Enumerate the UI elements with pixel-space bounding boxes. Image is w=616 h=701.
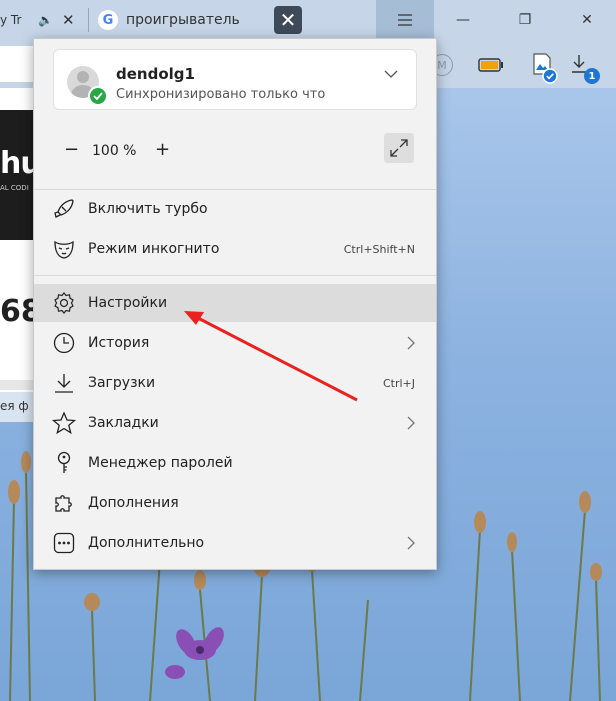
downloads-count-badge: 1 <box>584 68 600 84</box>
tab-strip: y Tr 🔈 ✕ G проигрыватель ✕ — ❐ ✕ <box>0 0 616 40</box>
fullscreen-icon <box>390 139 408 157</box>
menu-item-label: Включить турбо <box>88 201 208 217</box>
page-sidebar-text: ея ф <box>0 399 29 413</box>
maximize-button[interactable]: ❐ <box>498 0 552 40</box>
profile-card[interactable]: dendolg1 Синхронизировано только что <box>53 49 417 110</box>
puzzle-icon <box>55 495 72 512</box>
browser-menu-button[interactable] <box>376 0 434 40</box>
tab-title: y Tr <box>0 13 22 27</box>
chevron-right-icon <box>407 416 415 430</box>
menu-item-shortcut: Ctrl+Shift+N <box>343 243 415 256</box>
zoom-in-button[interactable]: + <box>155 139 170 160</box>
fullscreen-button[interactable] <box>384 133 414 163</box>
download-icon <box>55 374 73 393</box>
menu-item-label: Загрузки <box>88 375 156 391</box>
chevron-right-icon <box>407 336 415 350</box>
battery-extension-icon[interactable] <box>478 58 504 72</box>
image-extension-icon[interactable] <box>530 52 560 84</box>
star-icon <box>52 411 76 435</box>
tab-google[interactable]: G проигрыватель <box>98 0 268 40</box>
menu-item-label: Дополнения <box>88 495 179 511</box>
menu-item-shortcut: Ctrl+J <box>382 377 415 390</box>
speaker-icon[interactable]: 🔈 <box>38 13 53 27</box>
zoom-controls: − 100 % + <box>34 133 436 169</box>
tab-background[interactable]: y Tr 🔈 ✕ <box>0 0 86 40</box>
profile-sync-status: Синхронизировано только что <box>116 87 326 102</box>
zoom-level: 100 % <box>92 143 137 159</box>
menu-item-label: Менеджер паролей <box>88 455 233 471</box>
menu-item-label: Закладки <box>88 415 159 431</box>
minimize-button[interactable]: — <box>436 0 490 40</box>
tab-title: проигрыватель <box>126 12 240 28</box>
active-tab-close-button[interactable]: ✕ <box>274 6 302 34</box>
menu-item-history[interactable]: История <box>34 324 436 362</box>
menu-item-downloads[interactable]: Загрузки Ctrl+J <box>34 364 436 402</box>
gear-icon <box>54 292 74 314</box>
google-favicon-icon: G <box>98 10 118 30</box>
clock-icon <box>53 332 75 354</box>
menu-item-label: Дополнительно <box>88 535 205 551</box>
zoom-out-button[interactable]: − <box>64 139 79 160</box>
page-logo-subtext: AL CODI <box>0 184 29 192</box>
hamburger-icon <box>398 14 412 26</box>
profile-username: dendolg1 <box>116 65 195 83</box>
menu-item-label: Режим инкогнито <box>88 241 220 257</box>
menu-item-settings[interactable]: Настройки <box>34 284 436 322</box>
menu-item-incognito[interactable]: Режим инкогнито Ctrl+Shift+N <box>34 230 436 268</box>
menu-item-label: Настройки <box>88 295 168 311</box>
incognito-mask-icon <box>54 240 74 259</box>
menu-separator <box>34 275 436 276</box>
menu-item-turbo[interactable]: Включить турбо <box>34 190 436 228</box>
tab-divider <box>88 8 89 32</box>
menu-item-more[interactable]: Дополнительно <box>34 524 436 562</box>
rocket-icon <box>54 199 74 218</box>
menu-item-bookmarks[interactable]: Закладки <box>34 404 436 442</box>
chevron-right-icon <box>407 536 415 550</box>
close-window-button[interactable]: ✕ <box>560 0 614 40</box>
chevron-down-icon[interactable] <box>384 70 398 79</box>
menu-item-label: История <box>88 335 150 351</box>
menu-item-extensions[interactable]: Дополнения <box>34 484 436 522</box>
more-dots-icon <box>53 532 75 554</box>
menu-item-passwords[interactable]: Менеджер паролей <box>34 444 436 482</box>
browser-main-menu: dendolg1 Синхронизировано только что − 1… <box>33 38 437 570</box>
sync-check-icon <box>88 86 108 106</box>
tab-close-icon[interactable]: ✕ <box>62 11 75 29</box>
key-icon <box>57 451 71 473</box>
